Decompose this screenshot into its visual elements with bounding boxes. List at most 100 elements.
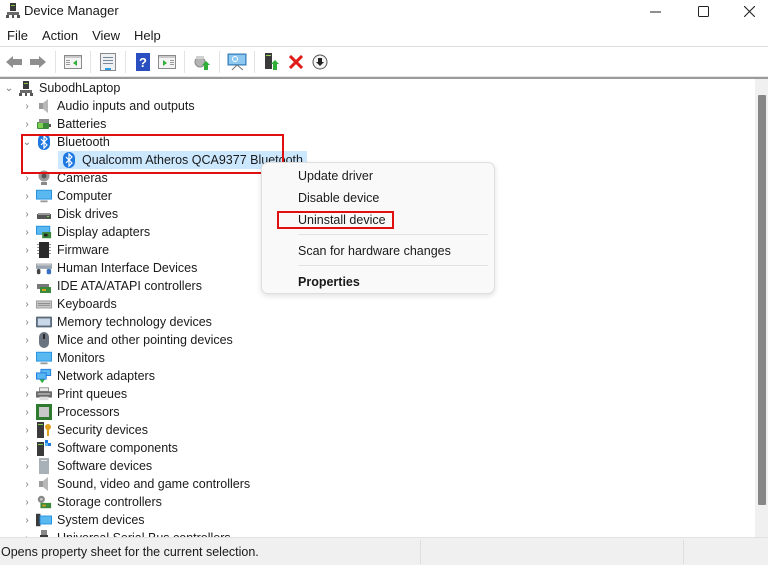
chevron-right-icon[interactable]: › [22, 439, 32, 457]
chevron-right-icon[interactable]: › [22, 187, 32, 205]
tree-item-monitors[interactable]: › Monitors [22, 349, 105, 367]
chevron-right-icon[interactable]: › [22, 529, 32, 538]
chevron-down-icon[interactable]: ⌄ [4, 79, 14, 97]
minimize-button[interactable] [632, 0, 678, 22]
back-button[interactable] [3, 51, 25, 73]
chevron-right-icon[interactable]: › [22, 493, 32, 511]
network-adapter-icon [36, 368, 52, 384]
chevron-right-icon[interactable]: › [22, 331, 32, 349]
tree-item-ide[interactable]: › IDE ATA/ATAPI controllers [22, 277, 202, 295]
chevron-right-icon[interactable]: › [22, 313, 32, 331]
ctx-scan-hardware[interactable]: Scan for hardware changes [298, 244, 451, 258]
tree-item-memory-tech[interactable]: › Memory technology devices [22, 313, 212, 331]
chevron-right-icon[interactable]: › [22, 421, 32, 439]
tree-item-software-components[interactable]: › Software components [22, 439, 178, 457]
window-title: Device Manager [24, 3, 119, 18]
vertical-scrollbar[interactable] [755, 79, 768, 537]
tree-item-firmware[interactable]: › Firmware [22, 241, 109, 259]
chevron-right-icon[interactable]: › [22, 223, 32, 241]
speaker-icon [36, 98, 52, 114]
menu-action[interactable]: Action [35, 26, 85, 46]
software-component-icon [36, 440, 52, 456]
computer-icon [36, 188, 52, 204]
tree-item-system-devices[interactable]: › System devices [22, 511, 144, 529]
toolbar-separator [254, 50, 255, 73]
scan-hardware-icon [227, 53, 247, 70]
chevron-right-icon[interactable]: › [22, 241, 32, 259]
menu-help[interactable]: Help [127, 26, 168, 46]
chevron-right-icon[interactable]: › [22, 349, 32, 367]
tree-root[interactable]: ⌄ SubodhLaptop [4, 79, 120, 97]
tree-item-keyboards[interactable]: › Keyboards [22, 295, 116, 313]
computer-tower-icon [18, 80, 34, 96]
tree-item-network[interactable]: › Network adapters [22, 367, 155, 385]
menu-file[interactable]: File [0, 26, 35, 46]
chevron-right-icon[interactable]: › [22, 367, 32, 385]
add-legacy-hardware-icon [265, 52, 279, 70]
close-button[interactable] [726, 0, 768, 22]
tree-item-batteries[interactable]: › Batteries [22, 115, 106, 133]
show-action-pane-icon [158, 54, 176, 69]
ctx-update-driver[interactable]: Update driver [298, 169, 373, 183]
maximize-icon [697, 5, 709, 17]
tree-item-processors[interactable]: › Processors [22, 403, 120, 421]
tree-item-hid[interactable]: › Human Interface Devices [22, 259, 197, 277]
add-legacy-hardware-button[interactable] [261, 51, 283, 73]
disable-device-icon [312, 54, 328, 69]
scrollbar-thumb[interactable] [758, 95, 766, 505]
chevron-right-icon[interactable]: › [22, 511, 32, 529]
chevron-right-icon[interactable]: › [22, 385, 32, 403]
update-driver-button[interactable] [191, 51, 213, 73]
toolbar-separator [219, 50, 220, 73]
update-driver-icon [194, 55, 210, 70]
forward-button[interactable] [27, 51, 49, 73]
uninstall-device-icon [289, 54, 303, 69]
hid-icon [36, 260, 52, 276]
status-bar: Opens property sheet for the current sel… [0, 537, 768, 565]
software-device-icon [36, 458, 52, 474]
uninstall-device-button[interactable] [285, 51, 307, 73]
chevron-right-icon[interactable]: › [22, 475, 32, 493]
security-key-icon [36, 422, 52, 438]
chevron-right-icon[interactable]: › [22, 97, 32, 115]
display-adapter-icon [36, 224, 52, 240]
tree-item-sound-video[interactable]: › Sound, video and game controllers [22, 475, 250, 493]
tree-item-storage-controllers[interactable]: › Storage controllers [22, 493, 162, 511]
tree-item-mice[interactable]: › Mice and other pointing devices [22, 331, 233, 349]
scan-hardware-button[interactable] [226, 51, 248, 73]
chevron-right-icon[interactable]: › [22, 115, 32, 133]
tree-item-computer[interactable]: › Computer [22, 187, 112, 205]
tree-item-usb[interactable]: › Universal Serial Bus controllers [22, 529, 231, 537]
tree-item-software-devices[interactable]: › Software devices [22, 457, 152, 475]
back-arrow-icon [6, 55, 22, 68]
chevron-right-icon[interactable]: › [22, 205, 32, 223]
help-button[interactable]: ? [132, 51, 154, 73]
tree-item-display-adapters[interactable]: › Display adapters [22, 223, 150, 241]
ctx-properties[interactable]: Properties [298, 275, 360, 289]
tree-item-security[interactable]: › Security devices [22, 421, 148, 439]
status-divider [420, 540, 421, 564]
ctx-separator [298, 234, 488, 235]
system-devices-icon [36, 512, 52, 528]
battery-icon [36, 116, 52, 132]
menu-view[interactable]: View [85, 26, 127, 46]
chevron-right-icon[interactable]: › [22, 277, 32, 295]
forward-arrow-icon [30, 55, 46, 68]
tree-item-audio[interactable]: › Audio inputs and outputs [22, 97, 195, 115]
chevron-right-icon[interactable]: › [22, 295, 32, 313]
tree-item-print-queues[interactable]: › Print queues [22, 385, 127, 403]
status-text: Opens property sheet for the current sel… [1, 545, 259, 559]
ctx-disable-device[interactable]: Disable device [298, 191, 379, 205]
tree-item-disk-drives[interactable]: › Disk drives [22, 205, 118, 223]
firmware-chip-icon [36, 242, 52, 258]
maximize-button[interactable] [680, 0, 726, 22]
chevron-right-icon[interactable]: › [22, 259, 32, 277]
toolbar-separator [125, 50, 126, 73]
disable-device-button[interactable] [309, 51, 331, 73]
chevron-right-icon[interactable]: › [22, 403, 32, 421]
chevron-right-icon[interactable]: › [22, 457, 32, 475]
show-hide-console-tree-button[interactable] [62, 51, 84, 73]
show-action-pane-button[interactable] [156, 51, 178, 73]
properties-button[interactable] [97, 51, 119, 73]
memory-card-icon [36, 314, 52, 330]
